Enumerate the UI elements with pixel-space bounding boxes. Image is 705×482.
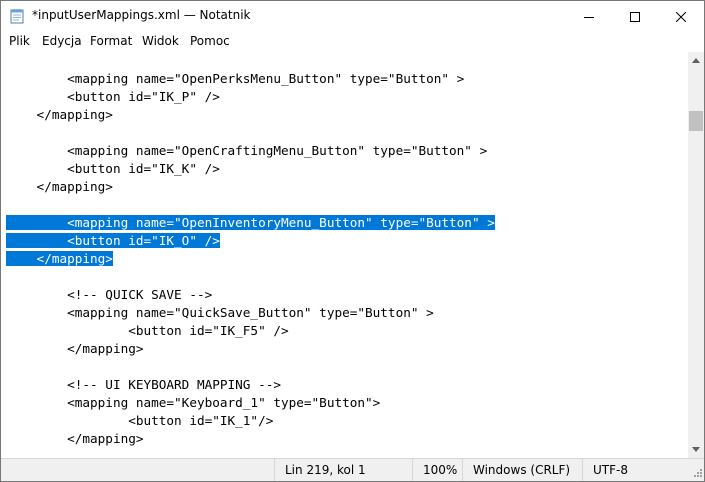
scroll-up-button[interactable] bbox=[688, 52, 704, 69]
editor-line-text: </mapping> bbox=[6, 179, 113, 194]
editor-line[interactable] bbox=[6, 358, 495, 376]
editor-line-text: <button id="IK_1"/> bbox=[6, 413, 274, 428]
menu-view[interactable]: Widok bbox=[142, 34, 179, 48]
editor-line-text: <button id="IK_O" /> bbox=[6, 233, 220, 248]
title-bar[interactable]: *inputUserMappings.xml — Notatnik bbox=[1, 1, 704, 32]
editor-line[interactable]: <mapping name="QuickSave_Button" type="B… bbox=[6, 304, 495, 322]
editor-line[interactable]: <mapping name="Keyboard_1" type="Button"… bbox=[6, 394, 495, 412]
minimize-button[interactable] bbox=[566, 1, 612, 32]
editor-line[interactable]: <button id="IK_K" /> bbox=[6, 160, 495, 178]
vertical-scrollbar[interactable] bbox=[688, 52, 704, 458]
close-icon bbox=[676, 11, 686, 22]
editor-line[interactable]: <!-- QUICK SAVE --> bbox=[6, 286, 495, 304]
menu-format[interactable]: Format bbox=[90, 34, 132, 48]
menu-edit[interactable]: Edycja bbox=[42, 34, 82, 48]
editor-line[interactable]: </mapping> bbox=[6, 178, 495, 196]
menu-help[interactable]: Pomoc bbox=[190, 34, 230, 48]
editor-content[interactable]: <mapping name="OpenPerksMenu_Button" typ… bbox=[6, 70, 495, 448]
editor-line[interactable]: </mapping> bbox=[6, 106, 495, 124]
editor-line-text: <mapping name="OpenInventoryMenu_Button"… bbox=[6, 215, 495, 230]
text-editor[interactable]: <mapping name="OpenPerksMenu_Button" typ… bbox=[1, 52, 688, 458]
editor-line-text: <mapping name="OpenCraftingMenu_Button" … bbox=[6, 143, 488, 158]
editor-line-text: <!-- QUICK SAVE --> bbox=[6, 287, 213, 302]
editor-line[interactable]: <button id="IK_1"/> bbox=[6, 412, 495, 430]
scroll-thumb[interactable] bbox=[689, 111, 703, 131]
resize-grip-icon[interactable] bbox=[691, 468, 703, 480]
minimize-icon bbox=[584, 16, 594, 18]
editor-line[interactable]: <mapping name="OpenPerksMenu_Button" typ… bbox=[6, 70, 495, 88]
editor-line-text: </mapping> bbox=[6, 107, 113, 122]
notepad-window: *inputUserMappings.xml — Notatnik Plik E… bbox=[0, 0, 705, 482]
editor-line-text: <mapping name="Keyboard_1" type="Button"… bbox=[6, 395, 381, 410]
editor-line[interactable]: <mapping name="OpenCraftingMenu_Button" … bbox=[6, 142, 495, 160]
status-cursor-position: Lin 219, kol 1 bbox=[274, 459, 412, 481]
status-line-ending: Windows (CRLF) bbox=[462, 459, 582, 481]
editor-line-text: <button id="IK_K" /> bbox=[6, 161, 220, 176]
notepad-app-icon bbox=[10, 9, 24, 24]
editor-line[interactable]: </mapping> bbox=[6, 430, 495, 448]
editor-line-text: </mapping> bbox=[6, 431, 144, 446]
maximize-button[interactable] bbox=[612, 1, 658, 32]
editor-line[interactable]: </mapping> bbox=[6, 340, 495, 358]
menu-bar: Plik Edycja Format Widok Pomoc bbox=[1, 32, 704, 52]
editor-line-text: <mapping name="QuickSave_Button" type="B… bbox=[6, 305, 434, 320]
editor-line[interactable] bbox=[6, 124, 495, 142]
editor-line-text: <mapping name="OpenPerksMenu_Button" typ… bbox=[6, 71, 465, 86]
maximize-icon bbox=[630, 11, 640, 22]
editor-line[interactable] bbox=[6, 196, 495, 214]
scroll-down-button[interactable] bbox=[688, 441, 704, 458]
status-zoom: 100% bbox=[412, 459, 462, 481]
close-button[interactable] bbox=[658, 1, 704, 32]
editor-line[interactable]: <!-- UI KEYBOARD MAPPING --> bbox=[6, 376, 495, 394]
status-bar: Lin 219, kol 1 100% Windows (CRLF) UTF-8 bbox=[1, 458, 704, 481]
editor-line[interactable]: <button id="IK_F5" /> bbox=[6, 322, 495, 340]
editor-line[interactable] bbox=[6, 268, 495, 286]
editor-line-text: <button id="IK_P" /> bbox=[6, 89, 220, 104]
editor-line[interactable]: <button id="IK_O" /> bbox=[6, 232, 495, 250]
chevron-up-icon bbox=[692, 58, 700, 63]
chevron-down-icon bbox=[692, 447, 700, 452]
editor-line[interactable]: <button id="IK_P" /> bbox=[6, 88, 495, 106]
window-title: *inputUserMappings.xml — Notatnik bbox=[32, 8, 251, 22]
editor-line-text: <!-- UI KEYBOARD MAPPING --> bbox=[6, 377, 281, 392]
menu-file[interactable]: Plik bbox=[9, 34, 30, 48]
editor-line-text: </mapping> bbox=[6, 251, 113, 266]
editor-line-text: </mapping> bbox=[6, 341, 144, 356]
status-encoding: UTF-8 bbox=[582, 459, 688, 481]
editor-line[interactable]: <mapping name="OpenInventoryMenu_Button"… bbox=[6, 214, 495, 232]
editor-line[interactable]: </mapping> bbox=[6, 250, 495, 268]
editor-line-text: <button id="IK_F5" /> bbox=[6, 323, 289, 338]
